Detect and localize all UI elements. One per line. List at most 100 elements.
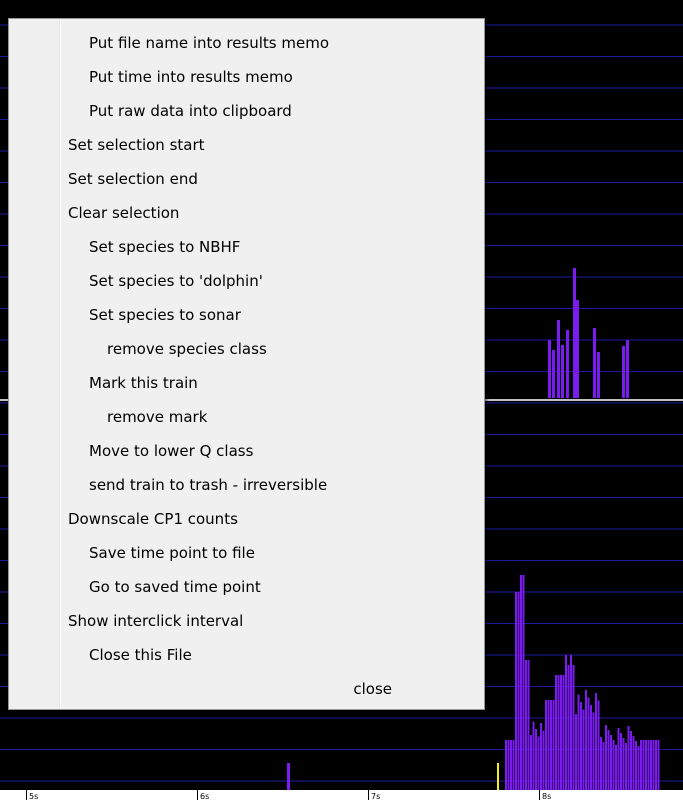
- click-bar: [605, 725, 607, 790]
- click-bar: [657, 740, 660, 790]
- axis-tick: [368, 790, 369, 800]
- click-bar: [557, 320, 560, 398]
- click-bar: [615, 745, 617, 790]
- click-bar: [573, 268, 576, 398]
- menu-item-show-interclick-interval[interactable]: Show interclick interval: [68, 604, 243, 638]
- click-bar: [555, 675, 557, 790]
- menu-item-species-dolphin[interactable]: Set species to 'dolphin': [89, 264, 263, 298]
- axis-tick-label: 8s: [542, 792, 552, 801]
- menu-item-species-sonar[interactable]: Set species to sonar: [89, 298, 241, 332]
- click-bar: [625, 743, 627, 790]
- click-bar: [582, 709, 585, 790]
- click-bar: [595, 693, 597, 790]
- click-bar: [560, 675, 562, 790]
- click-bar: [565, 655, 567, 790]
- click-bar: [632, 736, 635, 790]
- menu-item-lower-q-class[interactable]: Move to lower Q class: [89, 434, 253, 468]
- click-bar: [507, 740, 510, 790]
- click-bar: [617, 728, 620, 790]
- menu-item-clear-selection[interactable]: Clear selection: [68, 196, 179, 230]
- axis-tick: [539, 790, 540, 800]
- menu-item-set-selection-start[interactable]: Set selection start: [68, 128, 205, 162]
- click-bar: [627, 726, 630, 790]
- menu-icon-gutter: [59, 21, 61, 707]
- click-bar: [630, 731, 632, 790]
- click-bar: [557, 675, 560, 790]
- click-bar: [650, 740, 652, 790]
- click-bar: [548, 340, 551, 398]
- menu-item-raw-data-to-clipboard[interactable]: Put raw data into clipboard: [89, 94, 292, 128]
- menu-item-remove-species-class[interactable]: remove species class: [107, 332, 267, 366]
- menu-close-button[interactable]: close: [9, 672, 484, 706]
- click-bar: [562, 675, 565, 790]
- click-bar: [576, 300, 579, 398]
- click-bar: [517, 592, 520, 790]
- click-bar: [622, 738, 625, 790]
- click-bar: [510, 740, 512, 790]
- click-bar: [597, 352, 600, 398]
- click-bar: [567, 665, 570, 790]
- axis-tick-label: 6s: [200, 792, 210, 801]
- click-bar: [577, 694, 580, 790]
- axis-tick: [197, 790, 198, 800]
- click-bar: [547, 700, 550, 790]
- menu-item-mark-train[interactable]: Mark this train: [89, 366, 198, 400]
- click-bar: [655, 740, 657, 790]
- click-bar: [637, 746, 640, 790]
- click-bar: [522, 575, 525, 790]
- click-bar: [587, 697, 590, 790]
- click-bar: [585, 690, 587, 790]
- click-bar: [602, 742, 605, 790]
- click-bar: [566, 330, 569, 398]
- menu-item-save-time-point[interactable]: Save time point to file: [89, 536, 255, 570]
- click-bar: [527, 660, 530, 790]
- click-bar: [515, 592, 517, 790]
- click-bar: [552, 350, 555, 398]
- click-bar: [570, 655, 572, 790]
- click-bar: [540, 723, 542, 790]
- click-bar: [645, 740, 647, 790]
- menu-item-close-file[interactable]: Close this File: [89, 638, 192, 672]
- marker-bar: [497, 763, 499, 790]
- click-bar: [520, 575, 522, 790]
- click-bar: [626, 340, 629, 398]
- click-bar: [597, 700, 600, 790]
- click-bar: [593, 328, 596, 398]
- menu-item-remove-mark[interactable]: remove mark: [107, 400, 207, 434]
- click-bar: [532, 721, 535, 790]
- click-bar: [530, 735, 532, 790]
- menu-item-file-name-to-memo[interactable]: Put file name into results memo: [89, 26, 329, 60]
- axis-tick-label: 5s: [29, 792, 39, 801]
- click-bar: [592, 712, 595, 790]
- menu-item-go-to-time-point[interactable]: Go to saved time point: [89, 570, 261, 604]
- click-bar: [545, 700, 547, 790]
- menu-item-downscale-cp1[interactable]: Downscale CP1 counts: [68, 502, 238, 536]
- click-bar: [600, 737, 602, 790]
- click-bar: [550, 700, 552, 790]
- click-bar: [642, 740, 645, 790]
- click-bar: [505, 740, 507, 790]
- click-bar: [561, 345, 564, 398]
- click-bar: [537, 736, 540, 790]
- click-bar: [635, 741, 637, 790]
- click-bar: [590, 705, 592, 790]
- click-bar: [575, 714, 577, 790]
- click-bar: [525, 660, 527, 790]
- context-menu: Put file name into results memo Put time…: [8, 18, 485, 710]
- click-bar: [610, 735, 612, 790]
- click-bar: [607, 730, 610, 790]
- click-bar: [612, 740, 615, 790]
- click-bar: [572, 665, 575, 790]
- click-bar: [647, 740, 650, 790]
- axis-tick-label: 7s: [371, 792, 381, 801]
- menu-item-species-nbhf[interactable]: Set species to NBHF: [89, 230, 240, 264]
- click-bar: [580, 702, 582, 790]
- menu-item-send-to-trash[interactable]: send train to trash - irreversible: [89, 468, 327, 502]
- menu-item-set-selection-end[interactable]: Set selection end: [68, 162, 198, 196]
- menu-item-time-to-memo[interactable]: Put time into results memo: [89, 60, 293, 94]
- click-bar: [287, 763, 290, 790]
- axis-tick: [26, 790, 27, 800]
- click-bar: [552, 700, 555, 790]
- click-bar: [620, 733, 622, 790]
- click-bar: [512, 740, 515, 790]
